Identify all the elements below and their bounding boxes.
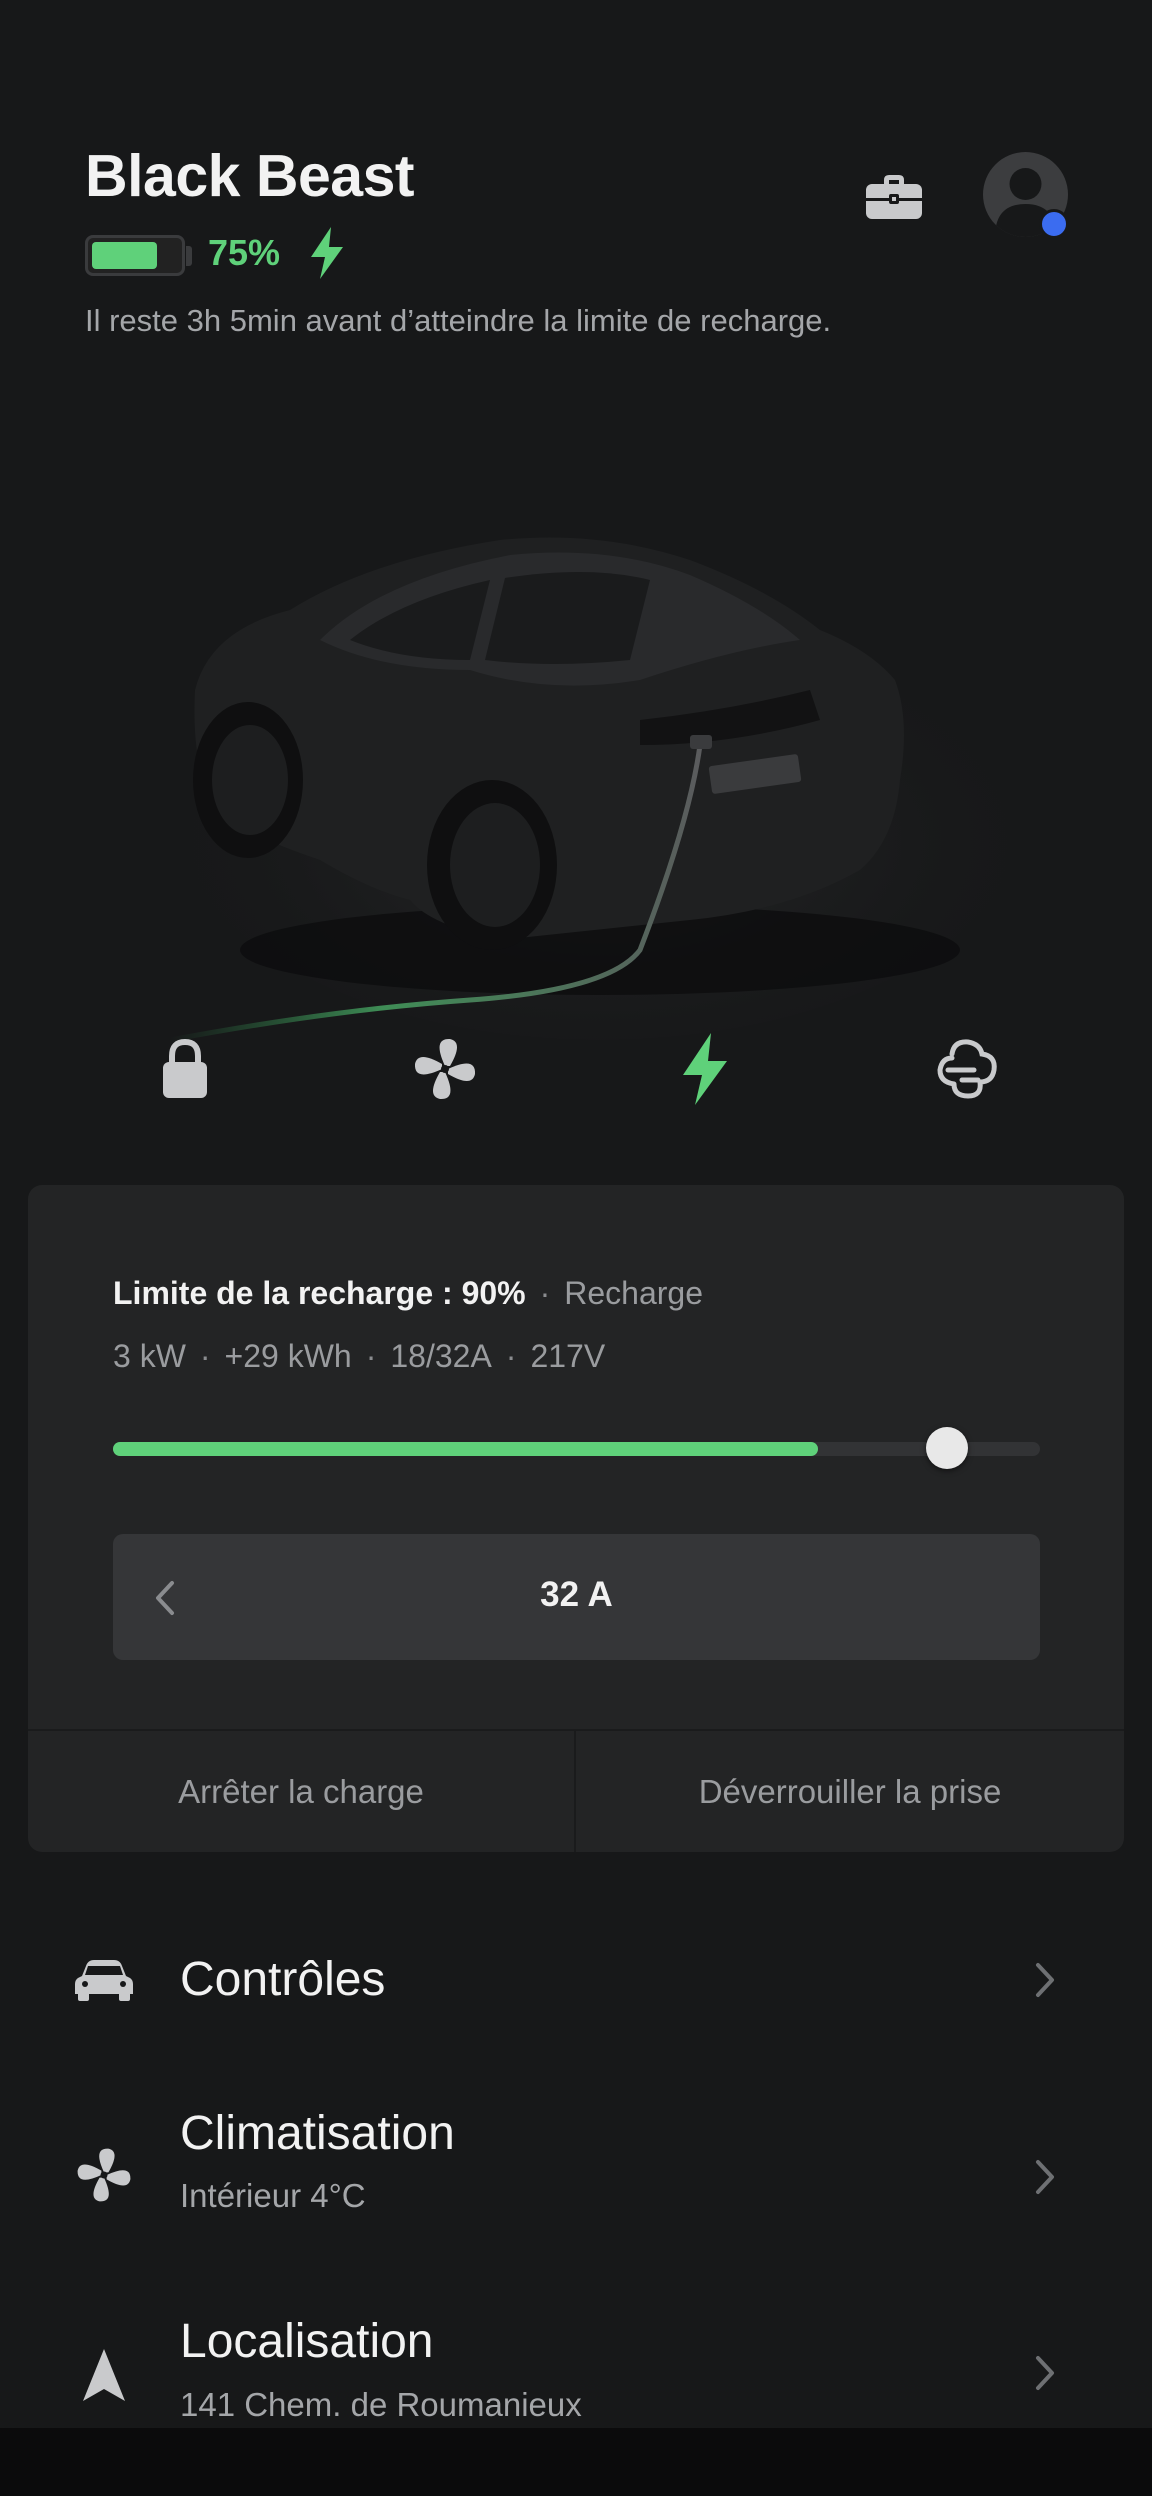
- location-subtitle: 141 Chem. de Roumanieux: [180, 2386, 582, 2423]
- charge-limit-label: Limite de la recharge : 90%: [113, 1275, 526, 1311]
- notification-dot: [1039, 209, 1069, 239]
- charge-bolt-icon: [683, 1033, 727, 1105]
- amperage-value: 32 A: [540, 1575, 613, 1614]
- defrost-icon: [937, 1039, 997, 1099]
- battery-indicator: [85, 235, 185, 276]
- menu-row-climate[interactable]: [0, 2100, 1152, 2260]
- navigation-arrow-icon: [64, 2335, 144, 2415]
- vehicle-image: [169, 520, 1020, 1055]
- location-title: Localisation: [180, 2315, 434, 2368]
- menu-row-controls[interactable]: [0, 1920, 1152, 2040]
- battery-percent: 75%: [208, 232, 281, 273]
- charge-limit-handle[interactable]: [926, 1427, 968, 1469]
- battery-terminal: [186, 246, 192, 266]
- stop-charging-button[interactable]: Arrêter la charge: [28, 1731, 574, 1852]
- climate-subtitle: Intérieur 4°C: [180, 2177, 366, 2214]
- unlock-port-button[interactable]: Déverrouiller la prise: [576, 1731, 1124, 1852]
- battery-level-fill: [92, 242, 157, 269]
- lock-icon: [163, 1038, 207, 1098]
- car-icon: [64, 1940, 144, 2020]
- charging-stats: 3 kW · +29 kWh · 18/32A · 217V: [113, 1338, 606, 1374]
- controls-title: Contrôles: [180, 1953, 386, 2006]
- charging-button[interactable]: [660, 1024, 750, 1114]
- charge-power: 3 kW: [113, 1338, 186, 1374]
- charge-time-remaining: Il reste 3h 5min avant d’atteindre la li…: [85, 303, 832, 338]
- charge-limit-line: Limite de la recharge : 90% · Recharge: [113, 1275, 704, 1311]
- climate-button[interactable]: [400, 1024, 490, 1114]
- chevron-right-icon: [1025, 1955, 1065, 2005]
- charge-current: 18/32A: [390, 1338, 492, 1374]
- charging-bolt-icon: [308, 227, 346, 284]
- bottom-bar: [0, 2428, 1152, 2496]
- chevron-right-icon: [1025, 2348, 1065, 2398]
- lock-button[interactable]: [140, 1024, 230, 1114]
- defrost-button[interactable]: [922, 1024, 1012, 1114]
- charging-status: Recharge: [564, 1275, 704, 1311]
- energy-added: +29 kWh: [224, 1338, 352, 1374]
- vehicle-name: Black Beast: [85, 143, 415, 209]
- fan-icon: [414, 1038, 476, 1100]
- climate-title: Climatisation: [180, 2107, 455, 2160]
- toolbox-icon[interactable]: [864, 172, 924, 227]
- charge-level-fill: [113, 1442, 818, 1456]
- charge-voltage: 217V: [530, 1338, 606, 1374]
- chevron-right-icon: [1025, 2152, 1065, 2202]
- fan-icon: [64, 2135, 144, 2215]
